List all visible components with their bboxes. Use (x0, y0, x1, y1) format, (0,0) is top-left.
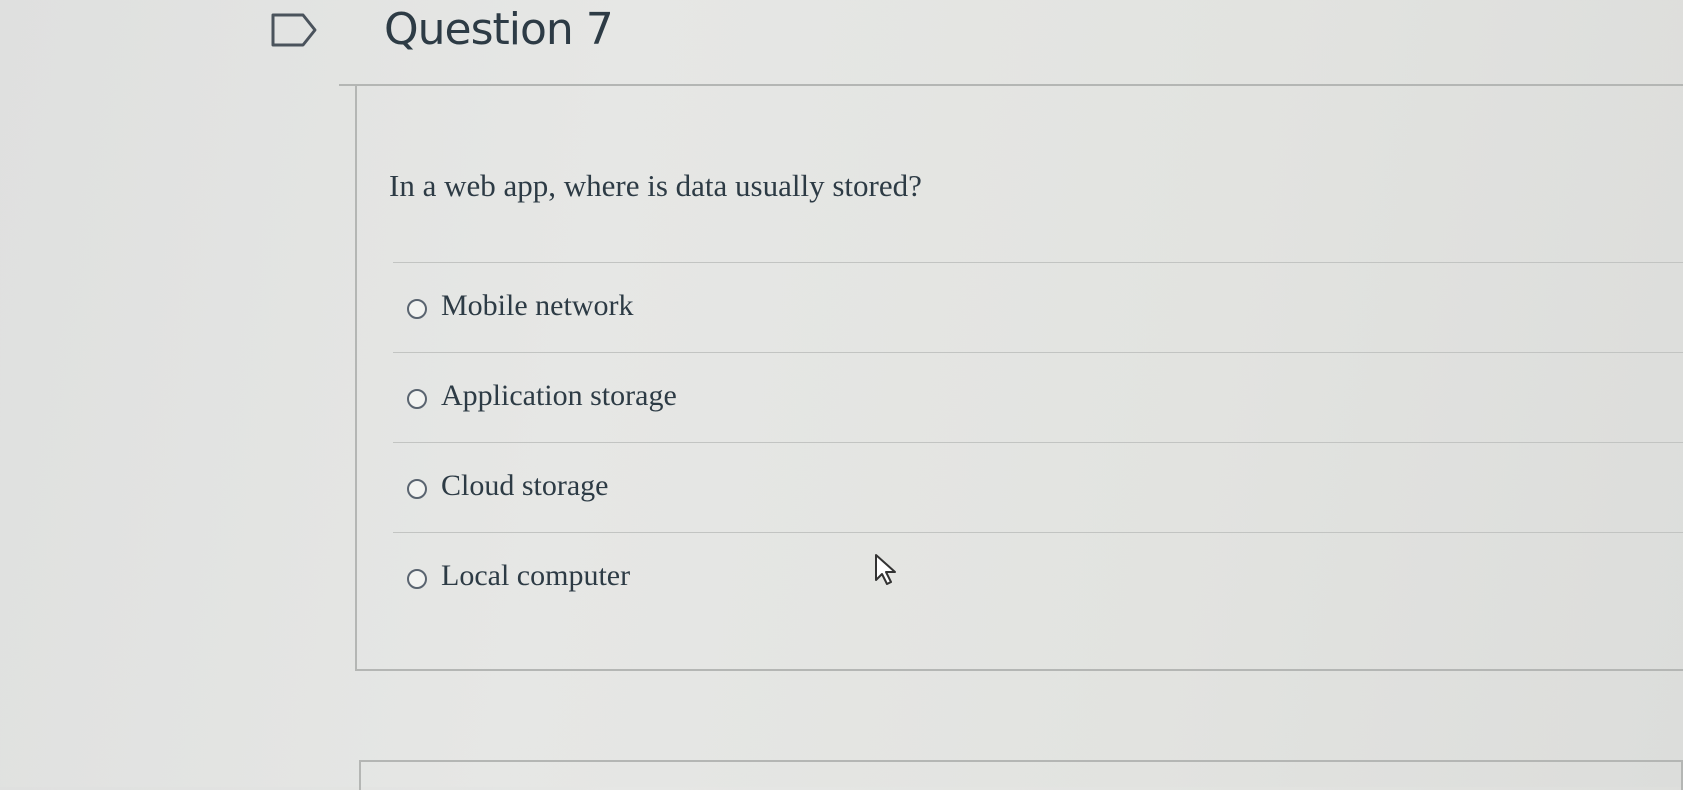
radio-button[interactable] (407, 299, 427, 319)
answer-option[interactable]: Local computer (393, 532, 1683, 622)
radio-button[interactable] (407, 479, 427, 499)
answer-option[interactable]: Application storage (393, 352, 1683, 442)
radio-button[interactable] (407, 389, 427, 409)
mouse-pointer-icon (875, 554, 896, 585)
answer-label[interactable]: Local computer (441, 559, 630, 593)
quiz-page: Question 7 In a web app, where is data u… (0, 0, 1683, 790)
question-title: Question 7 (384, 4, 614, 55)
radio-button[interactable] (407, 569, 427, 589)
next-question-card (359, 760, 1683, 790)
answer-label[interactable]: Mobile network (441, 289, 633, 323)
question-header: Question 7 (339, 0, 1683, 86)
answer-option[interactable]: Cloud storage (393, 442, 1683, 532)
answer-label[interactable]: Application storage (441, 379, 677, 413)
question-text: In a web app, where is data usually stor… (389, 168, 922, 203)
answer-option[interactable]: Mobile network (393, 262, 1683, 352)
flag-question-icon[interactable] (270, 12, 318, 48)
question-body: In a web app, where is data usually stor… (355, 86, 1683, 671)
answer-list: Mobile network Application storage Cloud… (393, 262, 1683, 622)
answer-label[interactable]: Cloud storage (441, 469, 608, 503)
